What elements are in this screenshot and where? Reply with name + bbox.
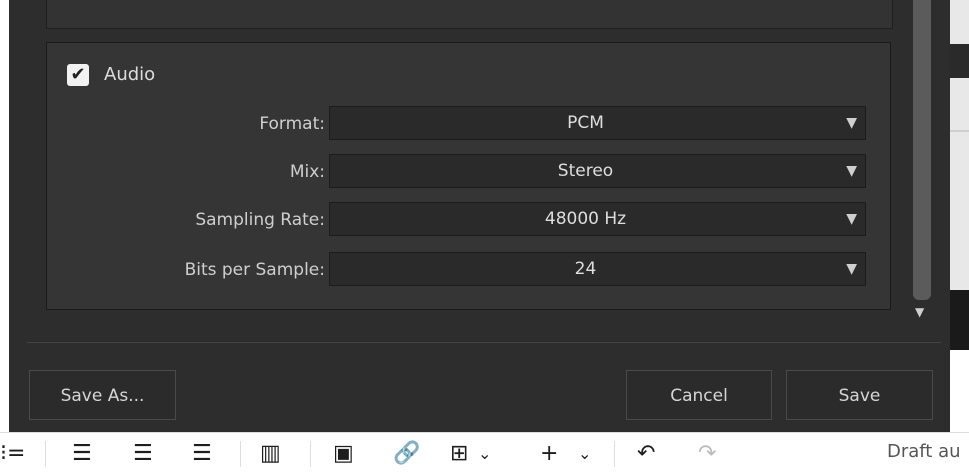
align-center-icon[interactable]: ☰ xyxy=(133,439,153,469)
audio-settings-panel: ✔ Audio Format: PCM ▼ Mix: Stereo ▼ Samp… xyxy=(46,42,891,310)
video-settings-panel xyxy=(46,0,893,29)
sampling-rate-value: 48000 Hz xyxy=(544,209,627,229)
bits-per-sample-dropdown[interactable]: 24 ▼ xyxy=(329,252,866,286)
cancel-button[interactable]: Cancel xyxy=(626,370,772,420)
audio-checkbox-label[interactable]: Audio xyxy=(104,63,155,87)
scrollbar[interactable] xyxy=(913,0,931,300)
chevron-down-icon[interactable]: ⌄ xyxy=(478,439,491,469)
bits-per-sample-label: Bits per Sample: xyxy=(184,260,325,280)
format-value: PCM xyxy=(567,113,604,133)
mix-row: Mix: Stereo ▼ xyxy=(47,154,892,190)
export-settings-dialog: ✔ Audio Format: PCM ▼ Mix: Stereo ▼ Samp… xyxy=(9,0,950,432)
undo-icon[interactable]: ↶ xyxy=(637,439,655,469)
mix-label: Mix: xyxy=(289,162,325,182)
sampling-rate-label: Sampling Rate: xyxy=(195,210,325,230)
editor-toolbar: ⁝= ☰ ☰ ☰ ▥ ▣ 🔗 ⊞ ⌄ + ⌄ ↶ ↷ Draft au xyxy=(0,432,969,473)
list-icon[interactable]: ⁝= xyxy=(0,439,25,469)
image-icon[interactable]: ▣ xyxy=(333,439,354,469)
scrollbar-thumb[interactable] xyxy=(913,0,931,300)
columns-icon[interactable]: ▥ xyxy=(260,439,281,469)
table-icon[interactable]: ⊞ xyxy=(450,439,468,469)
link-icon[interactable]: 🔗 xyxy=(393,439,420,469)
scroll-down-arrow-icon[interactable]: ▼ xyxy=(915,305,924,319)
bits-per-sample-value: 24 xyxy=(574,259,597,279)
format-label: Format: xyxy=(259,114,325,134)
format-dropdown[interactable]: PCM ▼ xyxy=(329,106,866,140)
chevron-down-icon[interactable]: ⌄ xyxy=(578,439,591,469)
checkmark-icon: ✔ xyxy=(70,64,86,85)
bits-per-sample-row: Bits per Sample: 24 ▼ xyxy=(47,252,892,288)
redo-icon[interactable]: ↷ xyxy=(698,439,716,469)
mix-value: Stereo xyxy=(557,161,614,181)
sampling-rate-row: Sampling Rate: 48000 Hz ▼ xyxy=(47,202,892,238)
dropdown-arrow-icon: ▼ xyxy=(846,163,857,179)
align-right-icon[interactable]: ☰ xyxy=(192,439,212,469)
save-as-button[interactable]: Save As... xyxy=(29,370,176,420)
draft-status-text: Draft au xyxy=(887,441,961,462)
add-icon[interactable]: + xyxy=(540,439,558,469)
dropdown-arrow-icon: ▼ xyxy=(846,115,857,131)
mix-dropdown[interactable]: Stereo ▼ xyxy=(329,154,866,188)
background-page-edge xyxy=(950,0,969,432)
save-button[interactable]: Save xyxy=(786,370,933,420)
dropdown-arrow-icon: ▼ xyxy=(846,211,857,227)
align-left-icon[interactable]: ☰ xyxy=(72,439,92,469)
dropdown-arrow-icon: ▼ xyxy=(846,261,857,277)
format-row: Format: PCM ▼ xyxy=(47,106,892,142)
audio-checkbox[interactable]: ✔ xyxy=(67,64,89,86)
sampling-rate-dropdown[interactable]: 48000 Hz ▼ xyxy=(329,202,866,236)
divider xyxy=(27,342,941,343)
